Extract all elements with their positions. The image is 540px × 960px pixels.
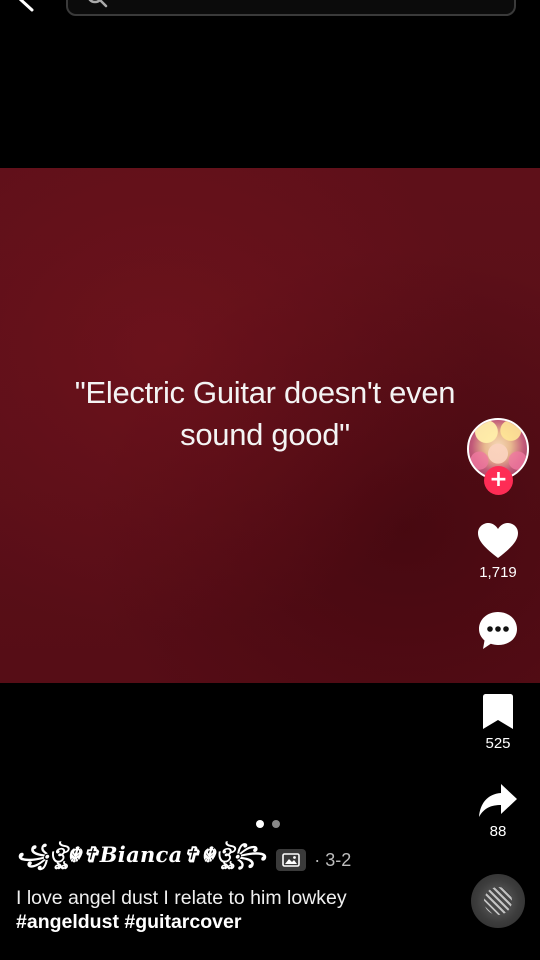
carousel-dot-active xyxy=(256,820,264,828)
chevron-left-icon xyxy=(18,0,34,12)
overlay-line-2: sound good" xyxy=(180,417,350,452)
save-button[interactable]: 525 xyxy=(468,693,528,752)
overlay-line-1: "Electric Guitar doesn't even xyxy=(74,375,456,410)
heart-icon xyxy=(478,523,518,558)
post-date: · 3-2 xyxy=(314,849,352,870)
photo-post-icon xyxy=(276,849,307,871)
share-count: 88 xyxy=(489,823,507,840)
post-caption: I love angel dust I relate to him lowkey… xyxy=(16,886,456,934)
follow-button[interactable]: + xyxy=(484,466,513,495)
sound-cover-icon xyxy=(484,887,512,915)
author-row: ꧁ঔৣ☬✞Bianca✞☬ঔৣ꧂ · 3-2 xyxy=(16,842,352,874)
media-overlay-text: "Electric Guitar doesn't even sound good… xyxy=(20,372,510,456)
share-arrow-icon xyxy=(479,784,517,817)
like-button[interactable]: 1,719 xyxy=(468,522,528,581)
back-button[interactable] xyxy=(14,0,40,12)
hashtag-link[interactable]: #guitarcover xyxy=(124,911,241,933)
post-media[interactable]: "Electric Guitar doesn't even sound good… xyxy=(0,168,540,683)
save-count: 525 xyxy=(485,735,511,752)
comment-button[interactable] xyxy=(468,610,528,652)
search-icon xyxy=(86,0,108,8)
hashtag-link[interactable]: #angeldust xyxy=(16,911,119,933)
sound-disc[interactable] xyxy=(471,874,525,928)
author-username[interactable]: ꧁ঔৣ☬✞Bianca✞☬ঔৣ꧂ xyxy=(16,839,266,882)
carousel-dot xyxy=(272,820,280,828)
comment-icon xyxy=(479,612,517,649)
bookmark-icon xyxy=(483,694,513,729)
share-button[interactable]: 88 xyxy=(468,783,528,840)
caption-text: I love angel dust I relate to him lowkey xyxy=(16,887,347,909)
carousel-indicator xyxy=(256,820,286,830)
search-input[interactable] xyxy=(66,0,516,16)
caption-hashtags: #angeldust #guitarcover xyxy=(16,910,456,934)
like-count: 1,719 xyxy=(479,564,517,581)
